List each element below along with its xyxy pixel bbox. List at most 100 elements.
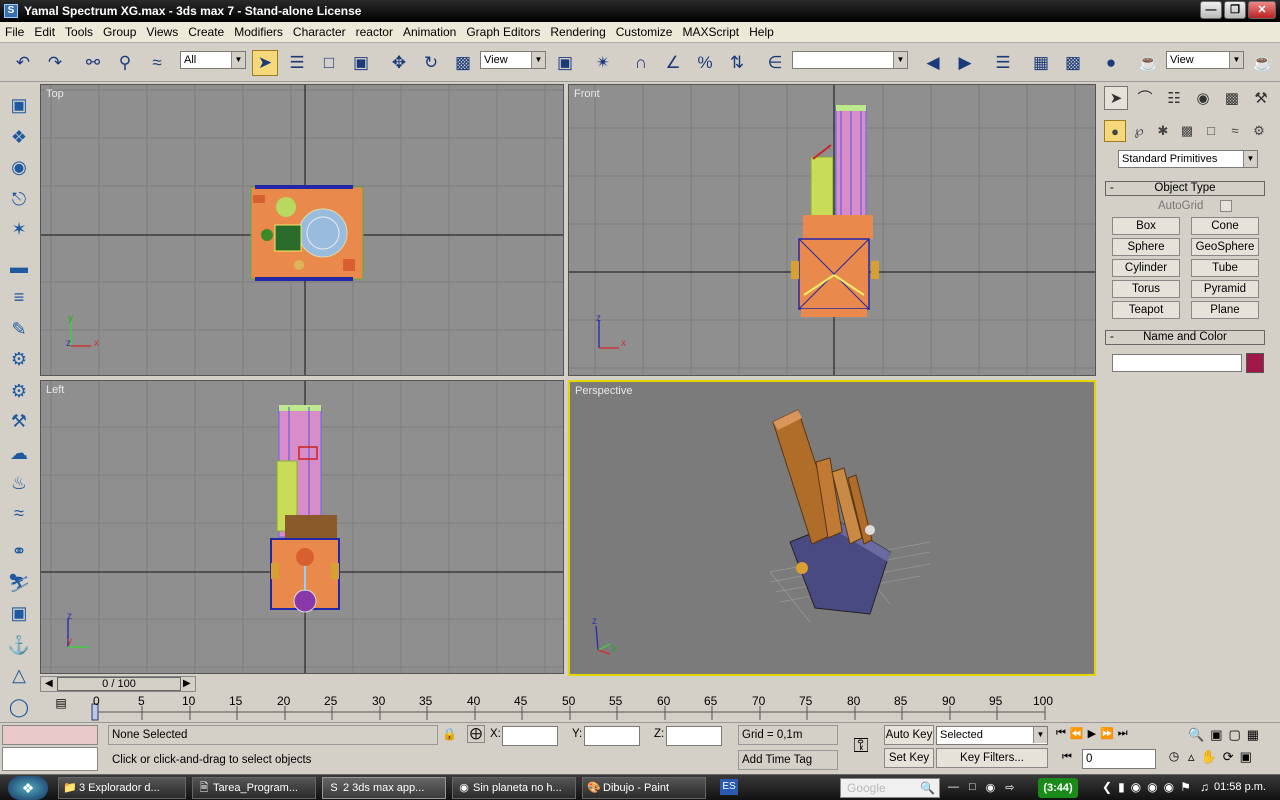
object-name-field[interactable] [1112, 354, 1242, 372]
current-frame-field[interactable]: 0 [1082, 749, 1156, 769]
window-crossing-icon[interactable]: ▣ [348, 50, 374, 76]
menu-create[interactable]: Create [183, 25, 229, 39]
menu-graph-editors[interactable]: Graph Editors [461, 25, 545, 39]
zoom-extents-icon[interactable]: ▢ [1228, 727, 1240, 743]
viewport-label-front[interactable]: Front [574, 88, 600, 100]
key-mode-toggle-icon[interactable]: ⏮ [1062, 751, 1072, 764]
menu-group[interactable]: Group [98, 25, 141, 39]
time-slider-thumb[interactable]: 0 / 100 [57, 677, 181, 691]
named-selection-dropdown[interactable]: ▼ [792, 51, 908, 69]
angle-snap-icon[interactable]: ∠ [660, 50, 686, 76]
fracture-icon[interactable]: ☁ [6, 440, 32, 466]
taskbar-item-firefox[interactable]: ◉ Sin planeta no h... [452, 777, 576, 799]
field-of-view-icon[interactable]: ▵ [1188, 749, 1195, 765]
soft-body-icon[interactable]: ◉ [6, 154, 32, 180]
geosphere-button[interactable]: GeoSphere [1191, 238, 1259, 256]
teapot-button[interactable]: Teapot [1112, 301, 1180, 319]
rope-collection-icon[interactable]: ⎋ [6, 186, 32, 212]
display-tab-icon[interactable]: ▩ [1220, 86, 1244, 110]
object-color-swatch[interactable] [1246, 353, 1264, 373]
dashpot-icon[interactable]: ✎ [6, 316, 32, 342]
viewport-label-left[interactable]: Left [46, 384, 64, 396]
menu-reactor[interactable]: reactor [351, 25, 398, 39]
geometry-icon[interactable]: ● [1104, 120, 1126, 142]
absolute-mode-icon[interactable]: ⨁ [467, 725, 485, 743]
previous-frame-icon[interactable]: ⏪ [1070, 727, 1084, 740]
add-time-tag-field[interactable]: Add Time Tag [738, 750, 838, 770]
torus-button[interactable]: Torus [1112, 280, 1180, 298]
language-indicator[interactable]: ES [720, 779, 738, 795]
minimize-button[interactable]: — [1200, 1, 1222, 19]
car-wheel-icon[interactable]: ◯ [6, 694, 32, 720]
skype-icon[interactable]: ◉ [1147, 780, 1157, 794]
select-rotate-icon[interactable]: ↻ [418, 50, 444, 76]
menu-modifiers[interactable]: Modifiers [229, 25, 288, 39]
zoom-extents-all-icon[interactable]: ▦ [1247, 727, 1259, 743]
cylinder-button[interactable]: Cylinder [1112, 259, 1180, 277]
play-icon[interactable]: ▶ [1088, 727, 1096, 740]
menu-rendering[interactable]: Rendering [545, 25, 610, 39]
bind-space-warp-icon[interactable]: ≈ [144, 50, 170, 76]
chevron-left-icon[interactable]: ◀ [45, 677, 53, 691]
pivot-center-icon[interactable]: ▣ [552, 50, 578, 76]
google-search-box[interactable]: Google 🔍 [840, 778, 940, 798]
lock-icon[interactable]: 🔒 [442, 727, 457, 741]
battery-icon[interactable]: ▮ [1118, 780, 1125, 794]
plane-button[interactable]: Plane [1191, 301, 1259, 319]
mini-curve-editor-icon[interactable]: ▤ [52, 696, 70, 714]
link-icon[interactable]: ⚯ [80, 50, 106, 76]
toy-car-icon[interactable]: ⚒ [6, 408, 32, 434]
chevron-left-icon[interactable]: ❮ [1102, 780, 1112, 794]
menu-animation[interactable]: Animation [398, 25, 461, 39]
maxscript-input[interactable] [2, 747, 98, 771]
snaps-toggle-icon[interactable]: ∩ [628, 50, 654, 76]
water-waves-icon[interactable]: ≈ [6, 500, 32, 526]
taskbar-item-word[interactable]: 🗎 Tarea_Program... [192, 777, 316, 799]
viewport-perspective[interactable]: Perspective z y [568, 380, 1096, 676]
systems-icon[interactable]: ⚙ [1248, 120, 1270, 142]
menu-edit[interactable]: Edit [29, 25, 60, 39]
key-mode-dropdown[interactable]: Selected ▼ [936, 726, 1048, 745]
pyramid-button[interactable]: Pyramid [1191, 280, 1259, 298]
menu-maxscript[interactable]: MAXScript [677, 25, 744, 39]
search-icon[interactable]: 🔍 [920, 779, 935, 797]
spinner-snap-icon[interactable]: ⇅ [724, 50, 750, 76]
viewport-left[interactable]: Left z y [40, 380, 564, 674]
box-button[interactable]: Box [1112, 217, 1180, 235]
water-icon[interactable]: ♨ [6, 470, 32, 496]
edit-named-selection-icon[interactable]: ∈ [762, 50, 788, 76]
hierarchy-tab-icon[interactable]: ☷ [1162, 86, 1186, 110]
key-icon[interactable]: ⚿ [846, 735, 876, 757]
deforming-mesh-icon[interactable]: ✶ [6, 216, 32, 242]
space-warps-icon[interactable]: ≈ [1224, 120, 1246, 142]
menu-tools[interactable]: Tools [60, 25, 98, 39]
viewport-front[interactable]: Front z x [568, 84, 1096, 376]
chevron-right-icon[interactable]: ▶ [183, 677, 191, 691]
minimize-bar-icon[interactable]: — [948, 781, 959, 794]
material-editor-icon[interactable]: ● [1098, 50, 1124, 76]
ragdoll-icon[interactable]: ⛷ [6, 570, 32, 596]
sphere-button[interactable]: Sphere [1112, 238, 1180, 256]
start-button[interactable]: ❖ [8, 776, 48, 800]
flag-icon[interactable]: ⚑ [1180, 780, 1191, 794]
hinge-icon[interactable]: ▣ [6, 600, 32, 626]
viewport-label-perspective[interactable]: Perspective [575, 385, 632, 397]
layer-manager-icon[interactable]: ☰ [990, 50, 1016, 76]
set-key-button[interactable]: Set Key [884, 748, 934, 768]
chrome-tray-icon[interactable]: ◉ [1131, 780, 1141, 794]
point-to-point-icon[interactable]: ⚓ [6, 632, 32, 658]
quick-render-icon[interactable]: ☕ [1250, 50, 1276, 76]
reference-coordinate-dropdown[interactable]: View ▼ [480, 51, 546, 69]
select-move-icon[interactable]: ✥ [386, 50, 412, 76]
battery-timer[interactable]: (3:44) [1038, 778, 1078, 798]
go-to-start-icon[interactable]: ⏮ [1056, 727, 1066, 740]
select-object-icon[interactable]: ➤ [252, 50, 278, 76]
pan-icon[interactable]: ✋ [1201, 749, 1217, 765]
render-view-dropdown[interactable]: View ▼ [1166, 51, 1244, 69]
tube-button[interactable]: Tube [1191, 259, 1259, 277]
clock[interactable]: 01:58 p.m. [1214, 781, 1266, 793]
select-scale-icon[interactable]: ▩ [450, 50, 476, 76]
constraint-solver-icon[interactable]: ⚭ [6, 538, 32, 564]
mirror-icon[interactable]: ◀ [920, 50, 946, 76]
restore-bar-icon[interactable]: □ [969, 781, 976, 794]
